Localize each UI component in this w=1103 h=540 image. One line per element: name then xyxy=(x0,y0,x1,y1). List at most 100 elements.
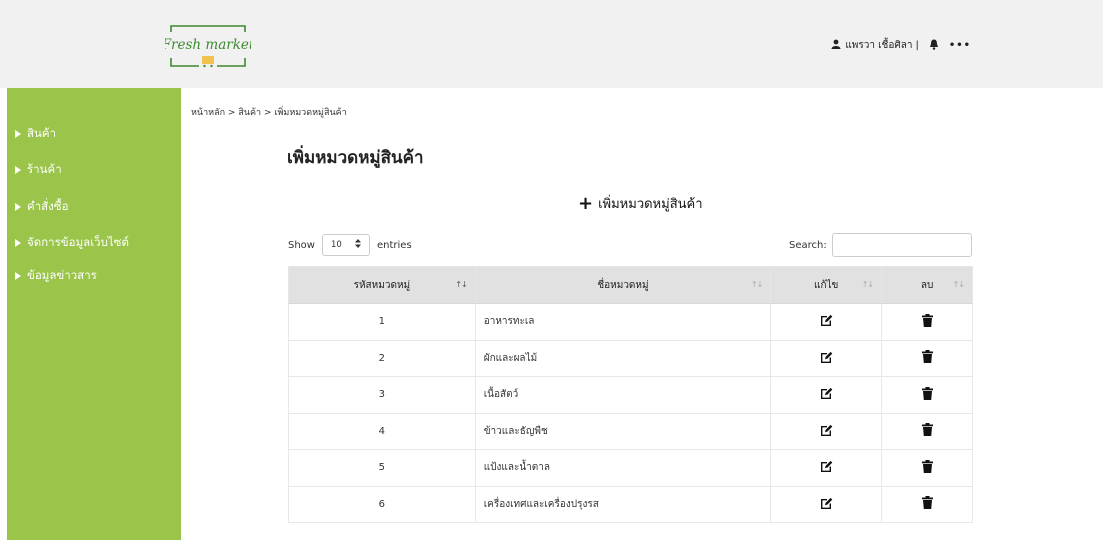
trash-icon[interactable] xyxy=(921,496,933,512)
delete-cell xyxy=(881,412,973,450)
edit-icon[interactable] xyxy=(820,314,833,329)
header-separator: | xyxy=(915,40,919,51)
entries-select[interactable]: 10 xyxy=(321,234,370,256)
sidebar-item-news[interactable]: ข้อมูลข่าวสาร xyxy=(15,267,97,283)
column-header-label: ชื่อหมวดหมู่ xyxy=(597,279,649,291)
delete-cell xyxy=(881,485,973,523)
edit-cell xyxy=(770,339,883,377)
table-row: 2 ผักและผลไม้ xyxy=(288,339,973,377)
sidebar-item-products[interactable]: สินค้า xyxy=(15,125,56,141)
column-header-delete[interactable]: ลบ ↑↓ xyxy=(881,266,973,304)
fresh-market-logo[interactable]: Fresh market xyxy=(165,24,251,72)
category-id-cell: 3 xyxy=(288,376,476,414)
delete-cell xyxy=(881,449,973,487)
trash-icon[interactable] xyxy=(921,313,933,330)
sort-icon: ↑↓ xyxy=(455,280,467,289)
add-category-label: เพิ่มหมวดหมู่สินค้า xyxy=(598,197,703,212)
table-row: 3 เนื้อสัตว์ xyxy=(288,376,973,414)
entries-value: 10 xyxy=(330,240,342,250)
table-row: 6 เครื่องเทศและเครื่องปรุงรส xyxy=(288,485,973,523)
category-id-cell: 5 xyxy=(288,449,476,487)
top-header: Fresh market แพรวา เชื้อศิลา | ••• xyxy=(0,0,1103,88)
sidebar-item-label: จัดการข้อมูลเว็บไซต์ xyxy=(27,235,129,249)
bell-icon[interactable] xyxy=(929,39,939,53)
trash-icon[interactable] xyxy=(921,459,933,476)
triangle-right-icon xyxy=(15,202,21,211)
edit-cell xyxy=(770,376,883,414)
edit-icon[interactable] xyxy=(820,387,833,402)
breadcrumb-home[interactable]: หน้าหลัก xyxy=(191,108,225,118)
entries-label: entries xyxy=(376,239,412,251)
column-header-edit[interactable]: แก้ไข ↑↓ xyxy=(770,266,883,304)
category-id-cell: 1 xyxy=(288,303,476,341)
user-icon[interactable] xyxy=(831,39,841,52)
triangle-right-icon xyxy=(15,165,21,174)
table-row: 4 ข้าวและธัญพืช xyxy=(288,412,973,450)
table-header-row: รหัสหมวดหมู่ ↑↓ ชื่อหมวดหมู่ ↑↓ แก้ไข ↑↓ ลบ… xyxy=(288,266,973,304)
select-arrows-icon xyxy=(354,239,361,251)
delete-cell xyxy=(881,339,973,377)
edit-icon[interactable] xyxy=(820,424,833,439)
delete-cell xyxy=(881,376,973,414)
sidebar-item-label: สินค้า xyxy=(27,126,57,140)
logo-graphic: Fresh market xyxy=(165,25,251,68)
column-header-category-id[interactable]: รหัสหมวดหมู่ ↑↓ xyxy=(288,266,476,304)
delete-cell xyxy=(881,303,973,341)
category-name-cell: อาหารทะเล xyxy=(474,303,772,341)
sidebar-item-orders[interactable]: คำสั่งซื้อ xyxy=(15,198,69,214)
breadcrumb-separator: > xyxy=(263,108,272,118)
sidebar: สินค้า ร้านค้า คำสั่งซื้อ จัดการข้อมูลเว… xyxy=(7,88,181,540)
column-header-category-name[interactable]: ชื่อหมวดหมู่ ↑↓ xyxy=(474,266,772,304)
column-header-label: แก้ไข xyxy=(814,279,839,291)
sidebar-item-label: ร้านค้า xyxy=(27,162,62,176)
sidebar-item-label: ข้อมูลข่าวสาร xyxy=(27,268,97,282)
category-id-cell: 2 xyxy=(288,339,476,377)
triangle-right-icon xyxy=(15,129,21,138)
breadcrumb-current: เพิ่มหมวดหมู่สินค้า xyxy=(274,108,347,118)
category-name-cell: แป้งและน้ำตาล xyxy=(474,449,772,487)
sort-icon: ↑↓ xyxy=(952,280,965,289)
search-input[interactable] xyxy=(831,233,972,257)
sidebar-item-website-data[interactable]: จัดการข้อมูลเว็บไซต์ xyxy=(15,234,129,250)
add-category-button[interactable]: + เพิ่มหมวดหมู่สินค้า xyxy=(578,193,703,214)
category-name-cell: ข้าวและธัญพืช xyxy=(474,412,772,450)
edit-icon[interactable] xyxy=(820,460,833,475)
edit-cell xyxy=(770,449,883,487)
trash-icon[interactable] xyxy=(921,350,933,366)
category-id-cell: 4 xyxy=(288,412,476,450)
triangle-right-icon xyxy=(15,238,21,247)
triangle-right-icon xyxy=(15,271,21,280)
breadcrumb-products[interactable]: สินค้า xyxy=(238,108,261,118)
table-row: 1 อาหารทะเล xyxy=(288,303,973,341)
category-name-cell: ผักและผลไม้ xyxy=(474,339,772,377)
sidebar-item-label: คำสั่งซื้อ xyxy=(27,199,69,213)
table-search: Search: xyxy=(789,233,972,257)
edit-cell xyxy=(770,485,883,523)
search-label: Search: xyxy=(789,239,827,251)
trash-icon[interactable] xyxy=(921,386,933,403)
plus-icon: + xyxy=(578,192,594,214)
user-name[interactable]: แพรวา เชื้อศิลา xyxy=(845,38,912,53)
edit-cell xyxy=(770,303,883,341)
entries-length-control: Show 10 entries xyxy=(288,234,412,256)
table-row: 5 แป้งและน้ำตาล xyxy=(288,449,973,487)
edit-icon[interactable] xyxy=(820,497,833,512)
cart-icon xyxy=(202,56,214,68)
category-id-cell: 6 xyxy=(288,485,476,523)
show-label: Show xyxy=(288,239,315,251)
page-title: เพิ่มหมวดหมู่สินค้า xyxy=(287,148,424,168)
sidebar-item-shops[interactable]: ร้านค้า xyxy=(15,161,62,177)
category-name-cell: เนื้อสัตว์ xyxy=(474,376,772,414)
sort-icon: ↑↓ xyxy=(861,280,874,289)
breadcrumb: หน้าหลัก > สินค้า > เพิ่มหมวดหมู่สินค้า xyxy=(191,105,347,119)
column-header-label: รหัสหมวดหมู่ xyxy=(353,279,411,291)
column-header-label: ลบ xyxy=(920,279,934,291)
trash-icon[interactable] xyxy=(921,423,933,439)
category-name-cell: เครื่องเทศและเครื่องปรุงรส xyxy=(474,485,772,523)
edit-icon[interactable] xyxy=(820,351,833,366)
more-options-icon[interactable]: ••• xyxy=(949,40,971,51)
category-table: รหัสหมวดหมู่ ↑↓ ชื่อหมวดหมู่ ↑↓ แก้ไข ↑↓ ลบ… xyxy=(288,266,973,523)
user-menu: แพรวา เชื้อศิลา | ••• xyxy=(831,38,971,53)
breadcrumb-separator: > xyxy=(227,108,236,118)
edit-cell xyxy=(770,412,883,450)
